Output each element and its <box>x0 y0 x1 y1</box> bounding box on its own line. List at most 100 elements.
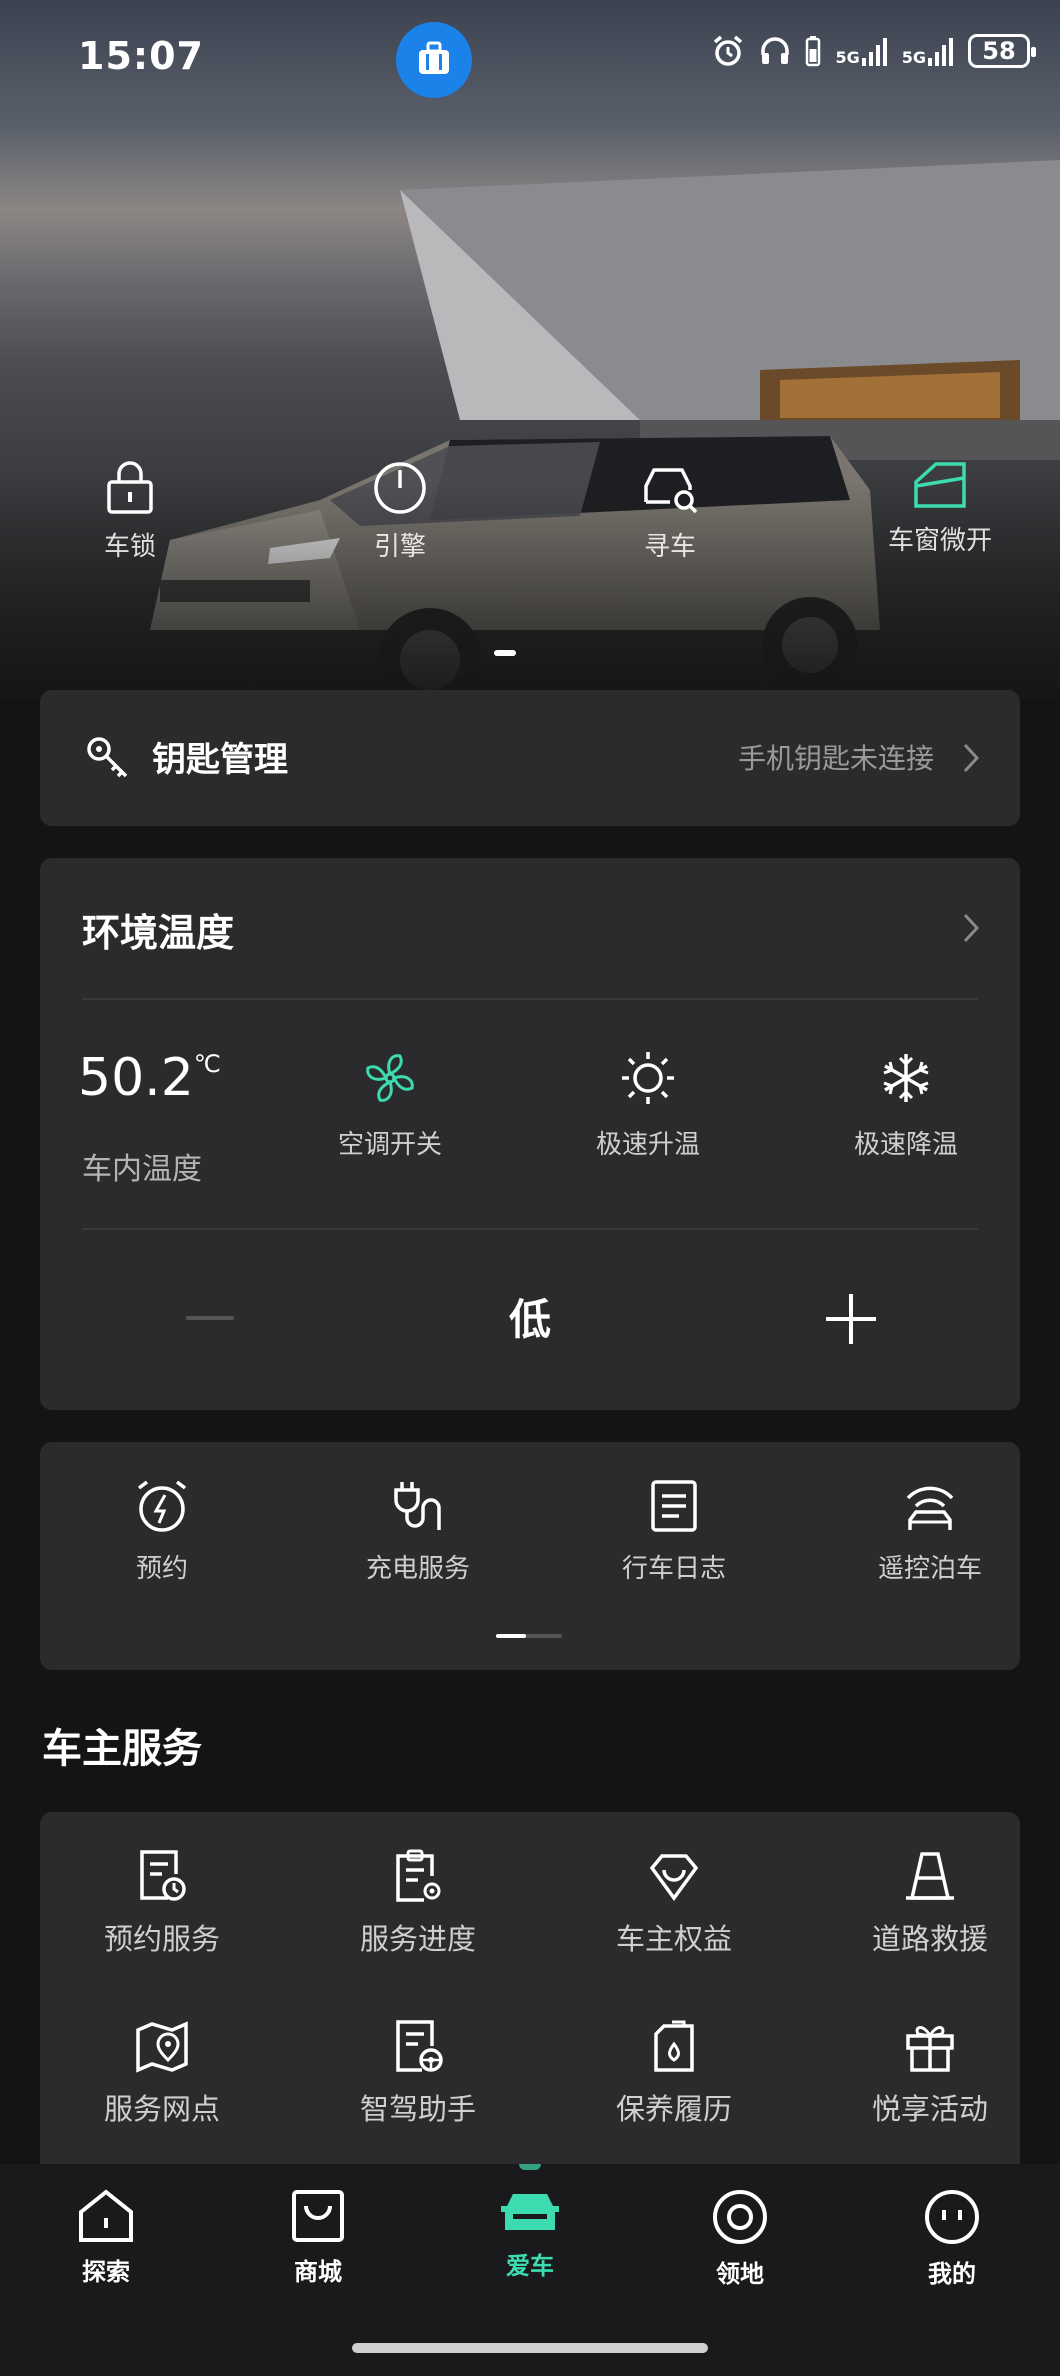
divider <box>82 1228 978 1230</box>
find-car-icon <box>644 468 698 514</box>
status-bar: 15:07 5G 5G 58 <box>0 0 1060 110</box>
device-battery-icon <box>806 36 821 67</box>
key-management-card[interactable]: 钥匙管理 手机钥匙未连接 <box>40 690 1020 826</box>
shop-bag-icon <box>292 2190 344 2242</box>
quick-window-button[interactable]: 车窗微开 <box>860 460 1020 557</box>
battery-indicator: 58 <box>968 34 1036 68</box>
map-pin-icon <box>136 2021 188 2073</box>
quick-engine-button[interactable]: 引擎 <box>320 460 480 563</box>
schedule-button[interactable]: 预约 <box>72 1478 252 1585</box>
clipboard-progress-icon <box>396 1849 441 1902</box>
nav-territory-label: 领地 <box>716 2260 764 2288</box>
env-chevron-right-icon[interactable] <box>962 912 980 944</box>
cabin-temperature: 50.2℃ <box>78 1048 221 1108</box>
quick-find-car-label: 寻车 <box>643 532 696 562</box>
schedule-label: 预约 <box>135 1554 188 1584</box>
hero-page-indicator <box>494 650 516 656</box>
driving-log-button[interactable]: 行车日志 <box>584 1478 764 1585</box>
service-outlets-label: 服务网点 <box>103 2092 220 2126</box>
maintenance-history-label: 保养履历 <box>615 2092 732 2126</box>
charging-service-button[interactable]: 充电服务 <box>328 1478 508 1585</box>
ac-toggle-label: 空调开关 <box>337 1130 442 1160</box>
signal-bars-icon <box>928 38 953 66</box>
traffic-cone-icon <box>906 1852 954 1900</box>
nav-my-car-label: 爱车 <box>506 2252 554 2280</box>
quick-engine-label: 引擎 <box>373 532 426 562</box>
alarm-icon <box>714 35 743 66</box>
network-type-1: 5G <box>835 48 860 67</box>
fan-icon <box>366 1054 414 1102</box>
smart-driving-assistant-label: 智驾助手 <box>359 2092 476 2126</box>
home-indicator[interactable] <box>352 2343 708 2353</box>
quick-find-car-button[interactable]: 寻车 <box>590 460 750 563</box>
nav-my-car[interactable]: 爱车 <box>460 2188 600 2281</box>
network-type-2: 5G <box>901 48 926 67</box>
gift-icon <box>906 2026 954 2072</box>
charging-service-label: 充电服务 <box>365 1554 470 1584</box>
chevron-right-icon <box>963 743 980 773</box>
road-rescue-button[interactable]: 道路救援 <box>830 1848 1030 1958</box>
environment-title: 环境温度 <box>82 911 235 955</box>
quick-window-label: 车窗微开 <box>887 526 992 556</box>
divider <box>82 998 978 1000</box>
rapid-heat-button[interactable]: 极速升温 <box>548 1048 748 1161</box>
remote-parking-label: 遥控泊车 <box>877 1554 982 1584</box>
events-label: 悦享活动 <box>871 2092 988 2126</box>
events-button[interactable]: 悦享活动 <box>830 2018 1030 2128</box>
signal-2: 5G <box>902 36 954 66</box>
status-time: 15:07 <box>78 34 204 78</box>
diamond-benefit-icon <box>649 1854 699 1901</box>
signal-1: 5G <box>835 36 887 66</box>
nav-profile-label: 我的 <box>928 2260 976 2288</box>
building-illustration <box>400 160 1060 460</box>
alarm-charge-icon <box>137 1480 187 1532</box>
window-icon <box>914 462 966 508</box>
nav-territory[interactable]: 领地 <box>670 2188 810 2289</box>
remote-parking-icon <box>906 1486 954 1530</box>
power-icon <box>374 462 426 514</box>
profile-face-icon <box>925 2190 979 2244</box>
smart-driving-assistant-button[interactable]: 智驾助手 <box>318 2018 518 2128</box>
key-icon <box>87 737 128 778</box>
cabin-temperature-label: 车内温度 <box>82 1152 202 1187</box>
owner-benefits-button[interactable]: 车主权益 <box>574 1848 774 1958</box>
ac-toggle-button[interactable]: 空调开关 <box>290 1048 490 1161</box>
service-progress-button[interactable]: 服务进度 <box>318 1848 518 1958</box>
functions-page-indicator <box>496 1634 562 1638</box>
active-tab-glow <box>519 2164 541 2170</box>
fan-increase-button[interactable] <box>824 1292 878 1346</box>
quick-controls: 车锁 引擎 寻车 车窗微开 <box>0 460 1060 590</box>
nav-shop-label: 商城 <box>294 2258 342 2286</box>
luggage-badge-icon <box>396 22 472 98</box>
service-booking-button[interactable]: 预约服务 <box>62 1848 262 1958</box>
environment-temperature-card: 环境温度 50.2℃ 车内温度 空调开关 极速升温 极速降温 低 <box>40 858 1020 1410</box>
quick-lock-label: 车锁 <box>103 532 156 562</box>
rapid-cool-label: 极速降温 <box>853 1130 958 1160</box>
charging-plug-icon <box>394 1482 441 1530</box>
nav-profile[interactable]: 我的 <box>882 2188 1022 2289</box>
lock-icon <box>107 461 153 514</box>
nav-explore-label: 探索 <box>82 2258 130 2286</box>
nav-shop[interactable]: 商城 <box>248 2188 388 2287</box>
quick-functions-card: 预约 充电服务 行车日志 遥控泊车 <box>40 1442 1020 1670</box>
territory-circle-icon <box>713 2190 767 2244</box>
remote-parking-button[interactable]: 遥控泊车 <box>840 1478 1020 1585</box>
driving-log-label: 行车日志 <box>621 1554 726 1584</box>
log-document-icon <box>651 1480 697 1532</box>
explore-home-icon <box>79 2189 133 2242</box>
status-icons: 5G 5G 58 <box>711 34 1036 68</box>
cabin-temperature-value: 50.2 <box>78 1048 194 1108</box>
signal-bars-icon <box>861 38 887 66</box>
rapid-cool-button[interactable]: 极速降温 <box>806 1048 1006 1161</box>
key-management-title: 钥匙管理 <box>152 740 288 780</box>
owner-benefits-label: 车主权益 <box>615 1922 732 1956</box>
temperature-unit: ℃ <box>193 1050 221 1078</box>
nav-explore[interactable]: 探索 <box>36 2188 176 2287</box>
phone-key-status: 手机钥匙未连接 <box>737 742 934 775</box>
service-outlets-button[interactable]: 服务网点 <box>62 2018 262 2128</box>
maintenance-history-button[interactable]: 保养履历 <box>574 2018 774 2128</box>
quick-lock-button[interactable]: 车锁 <box>50 460 210 563</box>
headphones-icon <box>761 37 790 64</box>
sun-icon <box>622 1052 674 1104</box>
owner-services-title: 车主服务 <box>42 1726 202 1772</box>
